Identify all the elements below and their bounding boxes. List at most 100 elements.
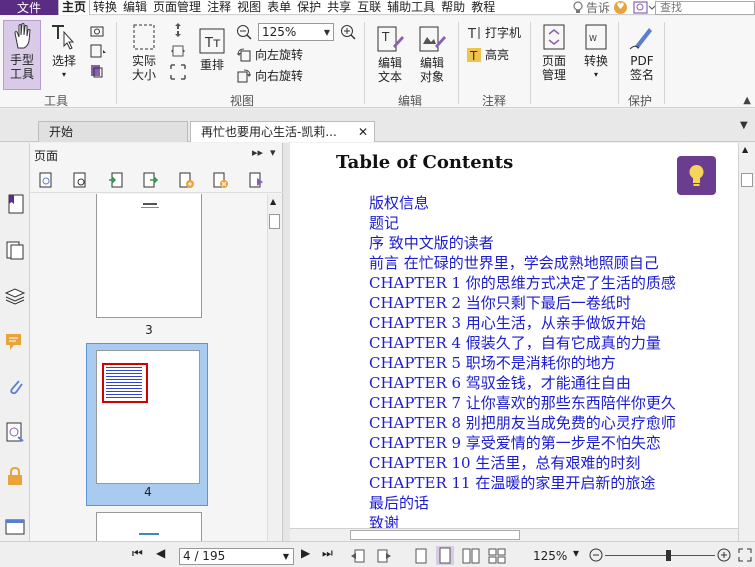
menu-home[interactable]: 主页 bbox=[58, 0, 91, 15]
add-page-icon[interactable] bbox=[178, 172, 194, 189]
page-label-icon[interactable] bbox=[248, 172, 264, 189]
fullscreen-icon[interactable] bbox=[738, 548, 752, 562]
previous-view-icon[interactable] bbox=[350, 548, 366, 564]
toc-link[interactable]: CHAPTER 8 别把朋友当成免费的心灵疗愈师 bbox=[369, 413, 676, 433]
toc-link[interactable]: 前言 在忙碌的世界里，学会成熟地照顾自己 bbox=[369, 253, 676, 273]
toc-link[interactable]: 题记 bbox=[369, 213, 676, 233]
bookmark-icon[interactable] bbox=[4, 193, 26, 215]
rotate-left-button[interactable]: 向左旋转 bbox=[236, 46, 303, 63]
toc-link[interactable]: CHAPTER 11 在温暖的家里开启新的旅途 bbox=[369, 473, 676, 493]
search-icon[interactable] bbox=[633, 0, 655, 15]
zoom-select[interactable]: 125% ▼ bbox=[258, 23, 334, 41]
last-page-icon[interactable]: ⏭ bbox=[322, 546, 333, 561]
menu-tutorial[interactable]: 教程 bbox=[468, 0, 498, 15]
typewriter-button[interactable]: T 打字机 bbox=[466, 24, 521, 41]
zoom-slider-thumb[interactable] bbox=[666, 550, 671, 561]
toc-link[interactable]: CHAPTER 2 当你只剩下最后一卷纸时 bbox=[369, 293, 676, 313]
panel-collapse-icon[interactable]: ▸▸ bbox=[252, 146, 263, 159]
edit-object-button[interactable]: 编辑 对象 bbox=[414, 24, 450, 84]
page-zoom-icon[interactable] bbox=[72, 172, 88, 189]
zoom-in-icon[interactable] bbox=[717, 548, 731, 562]
reflow-button[interactable]: Tт 重排 bbox=[196, 26, 228, 72]
toc-link[interactable]: CHAPTER 3 用心生活，从亲手做饭开始 bbox=[369, 313, 676, 333]
page-manage-button[interactable]: 页面 管理 bbox=[536, 22, 572, 82]
lock-icon[interactable] bbox=[4, 465, 26, 487]
toc-link[interactable]: 致谢 bbox=[369, 513, 676, 528]
toc-link[interactable]: CHAPTER 6 驾驭金钱，才能通往自由 bbox=[369, 373, 676, 393]
comments-icon[interactable] bbox=[4, 331, 26, 353]
zoom-out-icon[interactable] bbox=[236, 24, 252, 40]
scroll-thumb[interactable] bbox=[741, 173, 753, 187]
hand-tool-button[interactable]: 手型 工具 bbox=[3, 20, 41, 90]
form-fields-icon[interactable] bbox=[4, 515, 26, 537]
panel-close-icon[interactable]: ▾ bbox=[270, 146, 276, 159]
selected-page-thumbnail[interactable]: 4 bbox=[86, 343, 208, 506]
continuous-page-icon[interactable] bbox=[436, 546, 454, 565]
tab-start[interactable]: 开始 bbox=[38, 121, 188, 142]
panel-scrollbar[interactable]: ▲ bbox=[267, 194, 281, 541]
pages-icon[interactable] bbox=[4, 239, 26, 261]
menu-edit[interactable]: 编辑 bbox=[120, 0, 150, 15]
document-horizontal-scrollbar[interactable] bbox=[290, 528, 738, 541]
menu-share[interactable]: 共享 bbox=[324, 0, 354, 15]
single-page-icon[interactable] bbox=[414, 548, 428, 564]
menu-view[interactable]: 视图 bbox=[234, 0, 264, 15]
file-menu[interactable]: 文件 bbox=[0, 0, 58, 15]
menu-accessibility[interactable]: 辅助工具 bbox=[384, 0, 438, 15]
toc-link[interactable]: 序 致中文版的读者 bbox=[369, 233, 676, 253]
first-page-icon[interactable]: ⏮ bbox=[132, 546, 143, 561]
menu-comment[interactable]: 注释 bbox=[204, 0, 234, 15]
menu-page-manage[interactable]: 页面管理 bbox=[150, 0, 204, 15]
zoom-slider[interactable] bbox=[605, 555, 715, 556]
toc-link[interactable]: CHAPTER 4 假装久了，自有它成真的力量 bbox=[369, 333, 676, 353]
delete-page-icon[interactable] bbox=[212, 172, 228, 189]
previous-page-icon[interactable]: ◀ bbox=[156, 546, 165, 560]
zoom-out-icon[interactable] bbox=[589, 548, 603, 562]
tab-list-chevron-icon[interactable]: ▼ bbox=[740, 120, 748, 131]
clipboard-icon[interactable] bbox=[90, 44, 108, 58]
scroll-thumb[interactable] bbox=[269, 214, 280, 229]
fit-width-icon[interactable] bbox=[170, 43, 186, 59]
search-input[interactable] bbox=[655, 0, 755, 15]
close-icon[interactable]: ✕ bbox=[358, 122, 368, 142]
toc-link[interactable]: CHAPTER 10 生活里，总有艰难的时刻 bbox=[369, 453, 676, 473]
edit-text-button[interactable]: T 编辑 文本 bbox=[374, 24, 406, 84]
toc-link[interactable]: CHAPTER 7 让你喜欢的那些东西陪伴你更久 bbox=[369, 393, 676, 413]
attachment-icon[interactable] bbox=[4, 375, 26, 397]
actual-size-button[interactable]: 实际 大小 bbox=[126, 22, 162, 82]
signature-panel-icon[interactable] bbox=[4, 421, 26, 443]
toc-link[interactable]: CHAPTER 1 你的思维方式决定了生活的质感 bbox=[369, 273, 676, 293]
scroll-thumb[interactable] bbox=[350, 530, 520, 540]
page-number-field[interactable]: 4 / 195 ▼ bbox=[179, 548, 294, 565]
page-thumbnail[interactable] bbox=[96, 194, 202, 318]
select-button[interactable]: 选择 ▾ bbox=[48, 22, 80, 82]
insert-page-icon[interactable] bbox=[108, 172, 124, 189]
toc-link[interactable]: 最后的话 bbox=[369, 493, 676, 513]
highlight-button[interactable]: T 高亮 bbox=[466, 46, 509, 63]
zoom-dropdown-icon[interactable]: ▾ bbox=[573, 546, 579, 560]
document-vertical-scrollbar[interactable]: ▲ bbox=[738, 143, 755, 541]
menu-connect[interactable]: 互联 bbox=[354, 0, 384, 15]
toc-link[interactable]: 版权信息 bbox=[369, 193, 676, 213]
snapshot-icon[interactable] bbox=[90, 24, 104, 38]
continuous-facing-icon[interactable] bbox=[488, 548, 506, 564]
zoom-in-icon[interactable] bbox=[340, 24, 356, 40]
lightbulb-icon[interactable] bbox=[572, 0, 584, 15]
extract-page-icon[interactable] bbox=[142, 172, 158, 189]
scroll-up-icon[interactable]: ▲ bbox=[742, 145, 748, 154]
tips-button[interactable] bbox=[677, 156, 716, 195]
page-thumbnail[interactable] bbox=[96, 512, 202, 541]
tell-me-label[interactable]: 告诉 bbox=[586, 0, 610, 16]
toc-link[interactable]: CHAPTER 9 享受爱情的第一步是不怕失恋 bbox=[369, 433, 676, 453]
fit-page-icon[interactable] bbox=[170, 22, 186, 38]
facing-pages-icon[interactable] bbox=[462, 548, 480, 564]
menu-convert[interactable]: 转换 bbox=[90, 0, 120, 15]
pdf-sign-button[interactable]: PDF 签名 bbox=[624, 22, 660, 82]
next-view-icon[interactable] bbox=[376, 548, 392, 564]
user-badge-icon[interactable]: ♥ bbox=[614, 1, 627, 14]
scroll-up-icon[interactable]: ▲ bbox=[270, 197, 276, 206]
collapse-ribbon-icon[interactable]: ▲ bbox=[743, 95, 751, 106]
tab-document[interactable]: 再忙也要用心生活-凯莉... ✕ bbox=[190, 121, 375, 142]
menu-help[interactable]: 帮助 bbox=[438, 0, 468, 15]
rotate-right-button[interactable]: 向右旋转 bbox=[236, 67, 303, 84]
